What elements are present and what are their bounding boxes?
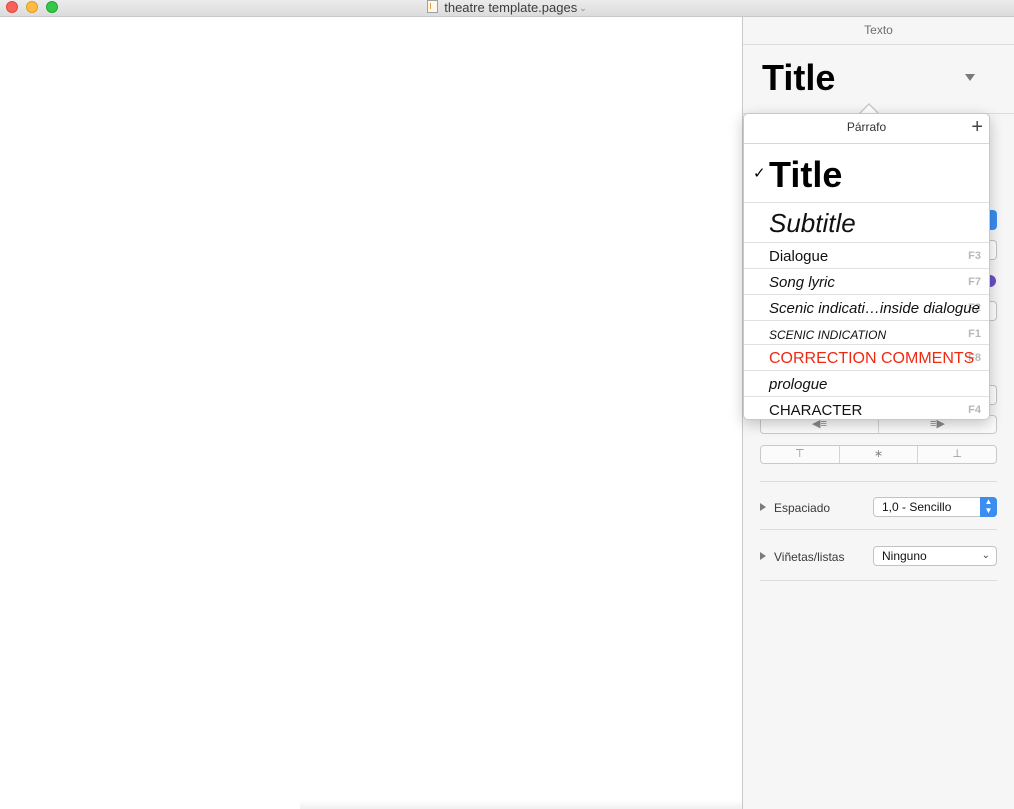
style-item-title[interactable]: ✓ Title (744, 144, 989, 203)
style-item-label: prologue (769, 376, 828, 393)
line-spacing-value: 1,0 - Sencillo (882, 500, 952, 514)
style-item-label: CORRECTION COMMENTS (769, 350, 975, 367)
document-title-text: theatre template.pages (444, 0, 578, 15)
spacing-row: Espaciado 1,0 - Sencillo ▲ ▼ (760, 497, 997, 521)
document-icon (427, 0, 439, 13)
align-top-button[interactable]: ⊤ (761, 446, 840, 463)
bullets-label[interactable]: Viñetas/listas (760, 550, 844, 564)
align-middle-button[interactable]: ∗ (840, 446, 919, 463)
dropdown-arrow-icon[interactable] (965, 74, 975, 81)
align-bottom-button[interactable]: ⊥ (918, 446, 996, 463)
style-item-scenic-inside-dialogue[interactable]: F2 Scenic indicati…inside dialogue (744, 295, 989, 321)
style-item-label: Song lyric (769, 274, 835, 291)
paragraph-styles-popover: Párrafo + ✓ Title Subtitle Dialogue F3 S… (743, 113, 990, 420)
inspector-tab-text[interactable]: Texto (743, 17, 1014, 45)
style-item-label: Subtitle (769, 208, 856, 238)
style-item-label: Dialogue (769, 248, 829, 265)
stepper-icon[interactable]: ▲ ▼ (980, 497, 997, 517)
vertical-alignment-controls: ⊤ ∗ ⊥ (760, 445, 997, 464)
spacing-label[interactable]: Espaciado (760, 501, 830, 515)
section-divider (760, 481, 997, 482)
style-item-song-lyric[interactable]: Song lyric F7 (744, 269, 989, 295)
document-canvas[interactable] (0, 17, 742, 809)
document-title[interactable]: theatre template.pages ⌄ (0, 0, 1014, 15)
popover-header: Párrafo + (744, 114, 989, 144)
shortcut-label: F3 (968, 250, 981, 262)
title-bar: theatre template.pages ⌄ (0, 0, 1014, 17)
section-divider (760, 529, 997, 530)
shortcut-label: F1 (968, 328, 981, 340)
disclosure-triangle-icon[interactable] (760, 503, 766, 511)
current-style-name: Title (762, 57, 836, 98)
style-item-label: Title (769, 154, 843, 195)
add-style-button[interactable]: + (971, 117, 983, 137)
bullets-row: Viñetas/listas Ninguno ⌄ (760, 546, 997, 570)
chevron-down-icon: ⌄ (981, 550, 990, 561)
style-item-prologue[interactable]: prologue (744, 371, 989, 397)
popover-title: Párrafo (846, 120, 887, 134)
shortcut-label: F4 (968, 404, 981, 416)
disclosure-triangle-icon[interactable] (760, 552, 766, 560)
style-item-correction-comments[interactable]: F8 CORRECTION COMMENTS (744, 345, 989, 371)
style-item-subtitle[interactable]: Subtitle (744, 203, 989, 243)
style-item-character[interactable]: CHARACTER F4 (744, 397, 989, 423)
shortcut-label: F7 (968, 276, 981, 288)
style-item-label: CHARACTER (769, 402, 863, 419)
style-item-dialogue[interactable]: Dialogue F3 (744, 243, 989, 269)
line-spacing-select[interactable]: 1,0 - Sencillo ▲ ▼ (873, 497, 997, 517)
section-divider (760, 580, 997, 581)
bullets-value: Ninguno (882, 549, 927, 563)
checkmark-icon: ✓ (753, 165, 766, 182)
bullets-select[interactable]: Ninguno ⌄ (873, 546, 997, 566)
chevron-down-icon[interactable]: ⌄ (579, 3, 587, 13)
style-item-scenic-indication[interactable]: SCENIC INDICATION F1 (744, 321, 989, 345)
style-item-label: SCENIC INDICATION (769, 328, 887, 342)
style-item-label: Scenic indicati…inside dialogue (769, 300, 980, 317)
